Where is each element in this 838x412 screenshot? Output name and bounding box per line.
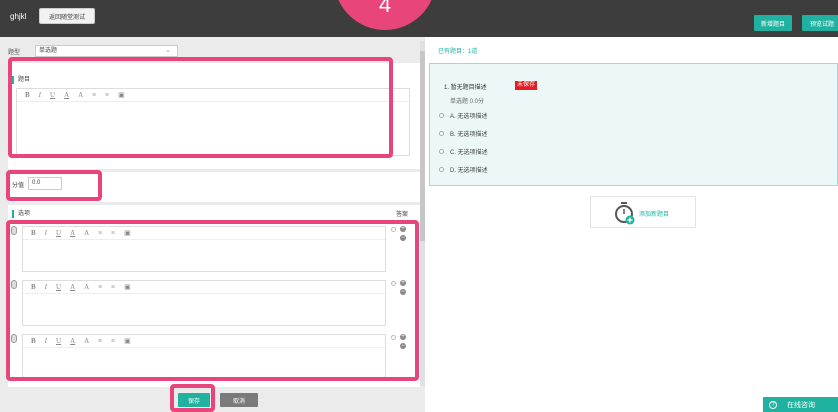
remove-option-icon[interactable]: − xyxy=(400,343,406,349)
option-editor-toolbar: B I U A A ≡ ≡ ▣ xyxy=(23,281,385,294)
preview-question-title: 1. 暂无题目描述 xyxy=(444,85,487,91)
drag-handle-icon[interactable] xyxy=(11,280,17,289)
unsaved-badge: 未保存 xyxy=(515,81,538,90)
ordered-list-icon[interactable]: ≡ xyxy=(98,229,102,237)
option-editor-c[interactable]: B I U A A ≡ ≡ ▣ xyxy=(22,334,386,380)
underline-icon[interactable]: U xyxy=(50,91,55,99)
stopwatch-plus-icon xyxy=(615,202,635,225)
question-type-label: 题型 xyxy=(8,50,21,56)
question-type-row: 题型 单选题 ⌄ xyxy=(0,44,420,58)
question-type-value: 单选题 xyxy=(39,48,58,54)
bold-icon[interactable]: B xyxy=(31,337,36,345)
image-icon[interactable]: ▣ xyxy=(118,91,125,99)
drag-handle-icon[interactable] xyxy=(11,226,17,235)
answer-label: 答案 xyxy=(396,212,409,218)
underline-icon[interactable]: U xyxy=(56,229,61,237)
radio-icon xyxy=(439,131,444,136)
italic-icon[interactable]: I xyxy=(45,229,47,237)
option-editor-b[interactable]: B I U A A ≡ ≡ ▣ xyxy=(22,280,386,326)
font-color-icon[interactable]: A xyxy=(70,283,75,291)
preview-option-label: A. 无选项描述 xyxy=(450,114,488,120)
question-label: 题目 xyxy=(12,76,30,84)
font-color-icon[interactable]: A xyxy=(70,229,75,237)
ordered-list-icon[interactable]: ≡ xyxy=(98,337,102,345)
italic-icon[interactable]: I xyxy=(45,337,47,345)
ordered-list-icon[interactable]: ≡ xyxy=(98,283,102,291)
bold-icon[interactable]: B xyxy=(31,229,36,237)
add-new-question-label: 添加新题目 xyxy=(639,212,670,218)
font-size-icon[interactable]: A xyxy=(84,337,89,345)
remove-option-icon[interactable]: − xyxy=(400,235,406,241)
unordered-list-icon[interactable]: ≡ xyxy=(111,283,115,291)
question-count: 已有题目：1道 xyxy=(438,49,478,55)
font-size-icon[interactable]: A xyxy=(84,283,89,291)
radio-icon xyxy=(439,167,444,172)
add-option-icon[interactable]: + xyxy=(400,226,406,232)
preview-option-label: B. 无选项描述 xyxy=(450,132,488,138)
add-option-icon[interactable]: + xyxy=(400,280,406,286)
preview-option-label: C. 无选项描述 xyxy=(450,150,488,156)
image-icon[interactable]: ▣ xyxy=(124,337,131,345)
ordered-list-icon[interactable]: ≡ xyxy=(92,91,96,99)
add-new-question-button[interactable]: 添加新题目 xyxy=(590,196,696,228)
remove-option-icon[interactable]: − xyxy=(400,289,406,295)
question-editor-toolbar: B I U A A ≡ ≡ ▣ xyxy=(17,89,409,102)
answer-radio[interactable] xyxy=(391,227,396,232)
unordered-list-icon[interactable]: ≡ xyxy=(111,229,115,237)
radio-icon xyxy=(439,149,444,154)
drag-handle-icon[interactable] xyxy=(11,334,17,343)
chevron-down-icon: ⌄ xyxy=(165,47,171,54)
score-card xyxy=(8,172,420,202)
underline-icon[interactable]: U xyxy=(56,337,61,345)
font-size-icon[interactable]: A xyxy=(84,229,89,237)
question-type-select[interactable]: 单选题 ⌄ xyxy=(35,45,178,57)
score-input[interactable]: 0.0 xyxy=(28,177,62,190)
image-icon[interactable]: ▣ xyxy=(124,229,131,237)
preview-option: C. 无选项描述 xyxy=(439,147,488,156)
answer-radio[interactable] xyxy=(391,281,396,286)
score-label: 分值 xyxy=(12,183,25,189)
question-preview[interactable] xyxy=(429,63,838,186)
option-editor-toolbar: B I U A A ≡ ≡ ▣ xyxy=(23,335,385,348)
italic-icon[interactable]: I xyxy=(39,91,41,99)
online-consult-button[interactable]: ? 在线咨询 xyxy=(763,397,838,412)
preview-test-button[interactable]: 预览试题 xyxy=(802,15,838,31)
preview-question-meta: 单选题 0.0分 xyxy=(450,99,485,105)
unordered-list-icon[interactable]: ≡ xyxy=(105,91,109,99)
question-editor[interactable]: B I U A A ≡ ≡ ▣ xyxy=(16,88,410,156)
save-button[interactable]: 保存 xyxy=(178,393,210,407)
add-question-button[interactable]: 新增题目 xyxy=(754,15,792,31)
add-option-icon[interactable]: + xyxy=(400,334,406,340)
image-icon[interactable]: ▣ xyxy=(124,283,131,291)
question-mark-icon: ? xyxy=(769,400,777,409)
option-editor-a[interactable]: B I U A A ≡ ≡ ▣ xyxy=(22,226,386,272)
unordered-list-icon[interactable]: ≡ xyxy=(111,337,115,345)
bold-icon[interactable]: B xyxy=(31,283,36,291)
preview-option-label: D. 无选项描述 xyxy=(450,168,488,174)
preview-option: A. 无选项描述 xyxy=(439,111,487,120)
answer-radio[interactable] xyxy=(391,335,396,340)
font-size-icon[interactable]: A xyxy=(78,91,83,99)
options-label: 选项 xyxy=(12,210,30,218)
underline-icon[interactable]: U xyxy=(56,283,61,291)
scrollbar-thumb[interactable] xyxy=(420,51,425,241)
preview-option: B. 无选项描述 xyxy=(439,129,487,138)
bold-icon[interactable]: B xyxy=(25,91,30,99)
radio-icon xyxy=(439,113,444,118)
online-consult-label: 在线咨询 xyxy=(787,401,815,409)
back-to-test-button[interactable]: 返回随堂测试 xyxy=(39,8,95,24)
cancel-button[interactable]: 取消 xyxy=(220,393,258,407)
font-color-icon[interactable]: A xyxy=(70,337,75,345)
italic-icon[interactable]: I xyxy=(45,283,47,291)
editor-scrollbar[interactable] xyxy=(420,41,425,386)
font-color-icon[interactable]: A xyxy=(64,91,69,99)
step-number: 4 xyxy=(378,0,392,17)
option-editor-toolbar: B I U A A ≡ ≡ ▣ xyxy=(23,227,385,240)
preview-option: D. 无选项描述 xyxy=(439,165,488,174)
app-title: ghjkl xyxy=(10,12,27,21)
